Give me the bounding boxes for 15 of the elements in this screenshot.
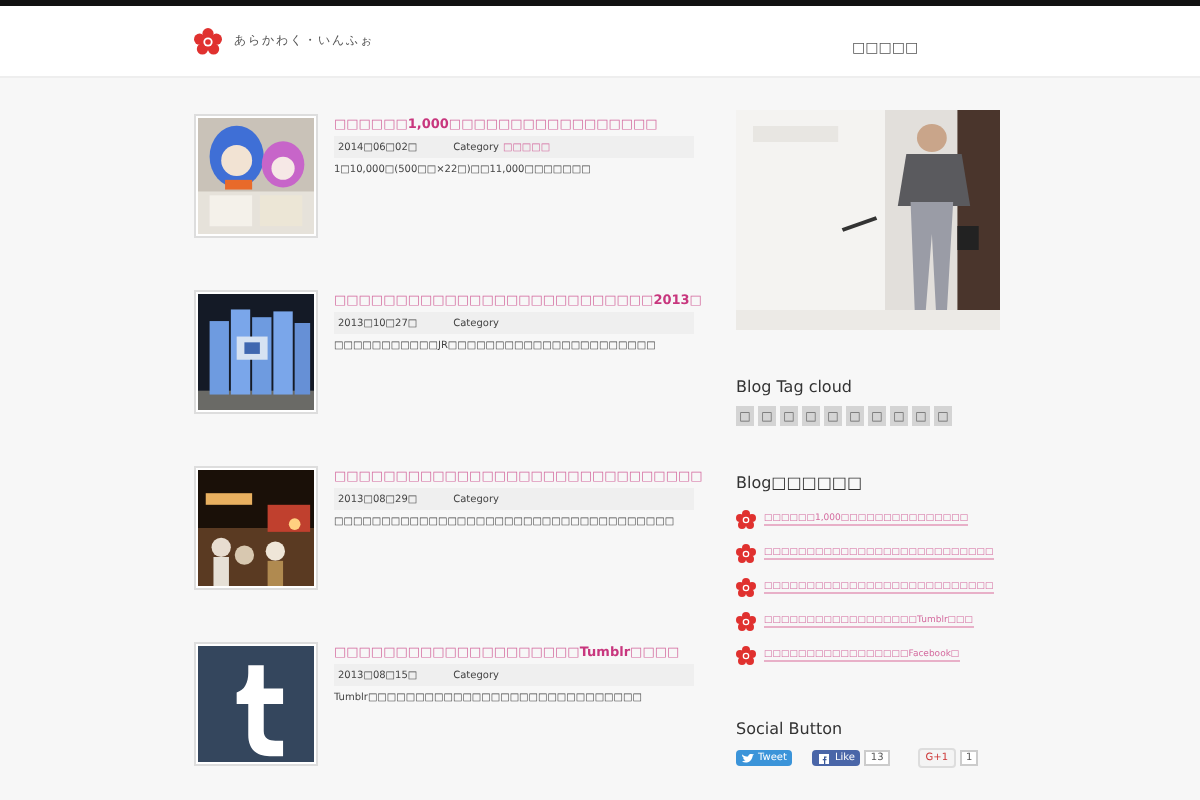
bird-icon (742, 753, 754, 763)
post-thumbnail[interactable] (194, 466, 318, 590)
section-heading: Blog□□□□□□ (736, 474, 865, 492)
flower-icon (736, 645, 756, 665)
flower-icon (736, 577, 756, 597)
post-thumbnail[interactable] (194, 290, 318, 414)
section-heading: Social Button (736, 720, 845, 738)
facebook-icon (818, 753, 831, 763)
section-heading: Blog Tag cloud (736, 378, 854, 396)
flower-icon (736, 543, 756, 563)
flower-icon (736, 509, 756, 529)
flower-icon (736, 611, 756, 631)
logo-icon[interactable] (194, 27, 222, 55)
post-thumbnail[interactable] (194, 642, 318, 766)
post-thumbnail[interactable] (194, 114, 318, 238)
